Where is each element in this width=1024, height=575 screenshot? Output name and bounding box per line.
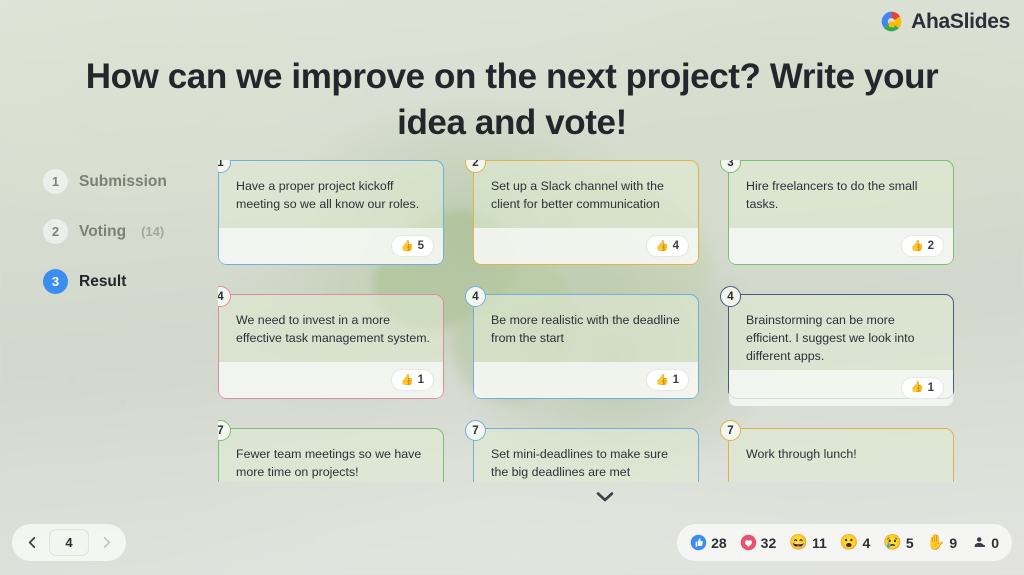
reaction-count: 4 [862,534,871,551]
reaction-surprised-reaction[interactable]: 😮 4 [840,535,870,551]
step-count: (14) [141,224,165,239]
step-label: Voting [79,222,127,240]
idea-card-footer: 👍 1 [729,369,953,406]
ahaslides-logo-icon [881,11,902,32]
heart-reaction-icon [740,534,756,551]
reaction-raised-hand[interactable]: ✋ 9 [927,535,957,551]
participants-icon [974,537,986,548]
idea-text: Brainstorming can be more efficient. I s… [746,313,915,363]
raised-hand-icon: ✋ [926,534,946,551]
idea-text: Work through lunch! [746,447,857,461]
current-page-indicator[interactable]: 4 [49,529,89,556]
vote-button[interactable]: 👍 2 [900,235,944,257]
idea-card[interactable]: 2 Set up a Slack channel with the client … [465,160,699,265]
reaction-count: 32 [760,534,777,551]
reactions-bar[interactable]: 28 32 😄 11 😮 4 😢 5 ✋ 9 0 [677,524,1012,561]
page-title: How can we improve on the next project? … [85,57,939,143]
next-page-button[interactable] [93,530,119,556]
step-item-result[interactable]: 3 Result [43,268,208,295]
step-item-submission[interactable]: 1 Submission [43,168,208,195]
step-navigation: 1 Submission 2 Voting (14) 3 Result [43,168,208,318]
vote-count: 2 [927,240,934,252]
reaction-thumbs-up-reaction[interactable]: 28 [690,534,727,551]
idea-card-footer: 👍 1 [474,362,698,398]
idea-text: Set mini-deadlines to make sure the big … [491,447,668,479]
chevron-right-icon [103,536,110,549]
ahaslides-logo: AhaSlides [879,9,1010,34]
idea-card[interactable]: 1 Have a proper project kickoff meeting s… [218,160,444,265]
idea-text: Be more realistic with the deadline from… [491,313,680,345]
reaction-heart-reaction[interactable]: 32 [740,534,777,551]
step-number-badge: 3 [43,269,68,294]
crying-reaction-icon: 😢 [883,534,902,551]
reaction-count: 11 [811,534,827,551]
vote-count: 1 [672,374,679,386]
idea-card-footer: 👍 2 [729,228,953,264]
vote-button[interactable]: 👍 1 [645,369,689,391]
ideas-list[interactable]: 1 Have a proper project kickoff meeting s… [218,160,988,482]
thumbs-up-icon: 👍 [655,239,669,252]
idea-card[interactable]: 7 Fewer team meetings so we have more tim… [218,420,444,482]
idea-card[interactable]: 4 We need to invest in a more effective t… [218,286,444,399]
reaction-count: 28 [711,534,727,551]
reaction-count: 9 [949,534,958,551]
brand-name: AhaSlides [911,9,1010,33]
step-number-badge: 1 [43,169,68,194]
reaction-count: 0 [991,534,999,551]
previous-page-button[interactable] [19,530,45,556]
idea-text: Hire freelancers to do the small tasks. [746,179,918,211]
thumbs-up-icon: 👍 [655,373,669,386]
vote-button[interactable]: 👍 1 [390,369,434,391]
idea-text: We need to invest in a more effective ta… [236,313,430,345]
step-label: Result [79,272,127,290]
idea-text: Have a proper project kickoff meeting so… [236,179,420,211]
laughing-reaction-icon: 😄 [789,534,808,551]
idea-card[interactable]: 7Work through lunch!👍 [720,420,954,482]
idea-rank-badge: 7 [465,420,486,441]
thumbs-up-icon: 👍 [910,239,924,252]
idea-rank-badge: 4 [720,286,741,307]
pagination-control[interactable]: 4 [12,524,126,561]
idea-card[interactable]: 3 Hire freelancers to do the small tasks.… [720,160,954,265]
idea-card[interactable]: 4 Be more realistic with the deadline fro… [465,286,699,399]
idea-card[interactable]: 7 Set mini-deadlines to make sure the big… [465,420,699,482]
idea-text: Set up a Slack channel with the client f… [491,179,664,211]
thumbs-up-reaction-icon [690,534,707,551]
reaction-count: 5 [905,534,914,551]
idea-rank-badge: 7 [720,420,741,441]
idea-card-footer: 👍 1 [219,362,443,398]
idea-rank-badge: 4 [465,286,486,307]
vote-count: 5 [417,240,424,252]
surprised-reaction-icon: 😮 [839,534,859,551]
step-label: Submission [79,172,167,190]
idea-card[interactable]: 4 Brainstorming can be more efficient. I … [720,286,954,406]
reaction-participants[interactable]: 0 [970,534,999,551]
idea-text: Fewer team meetings so we have more time… [236,447,422,479]
idea-card-footer: 👍 4 [474,228,698,264]
thumbs-up-icon: 👍 [910,381,924,394]
step-item-voting[interactable]: 2 Voting (14) [43,218,208,245]
vote-count: 1 [927,381,934,394]
scroll-down-button[interactable] [594,489,616,505]
vote-count: 4 [672,240,679,252]
chevron-down-icon [596,492,614,502]
vote-button[interactable]: 👍 1 [900,376,944,399]
thumbs-up-icon: 👍 [400,373,414,386]
chevron-left-icon [28,536,35,549]
reaction-crying-reaction[interactable]: 😢 5 [883,535,913,551]
thumbs-up-icon: 👍 [400,239,414,252]
vote-count: 1 [417,374,424,386]
step-number-badge: 2 [43,219,68,244]
reaction-laughing-reaction[interactable]: 😄 11 [789,535,827,551]
idea-card-footer: 👍 5 [219,228,443,264]
vote-button[interactable]: 👍 4 [645,235,689,257]
vote-button[interactable]: 👍 5 [390,235,434,257]
